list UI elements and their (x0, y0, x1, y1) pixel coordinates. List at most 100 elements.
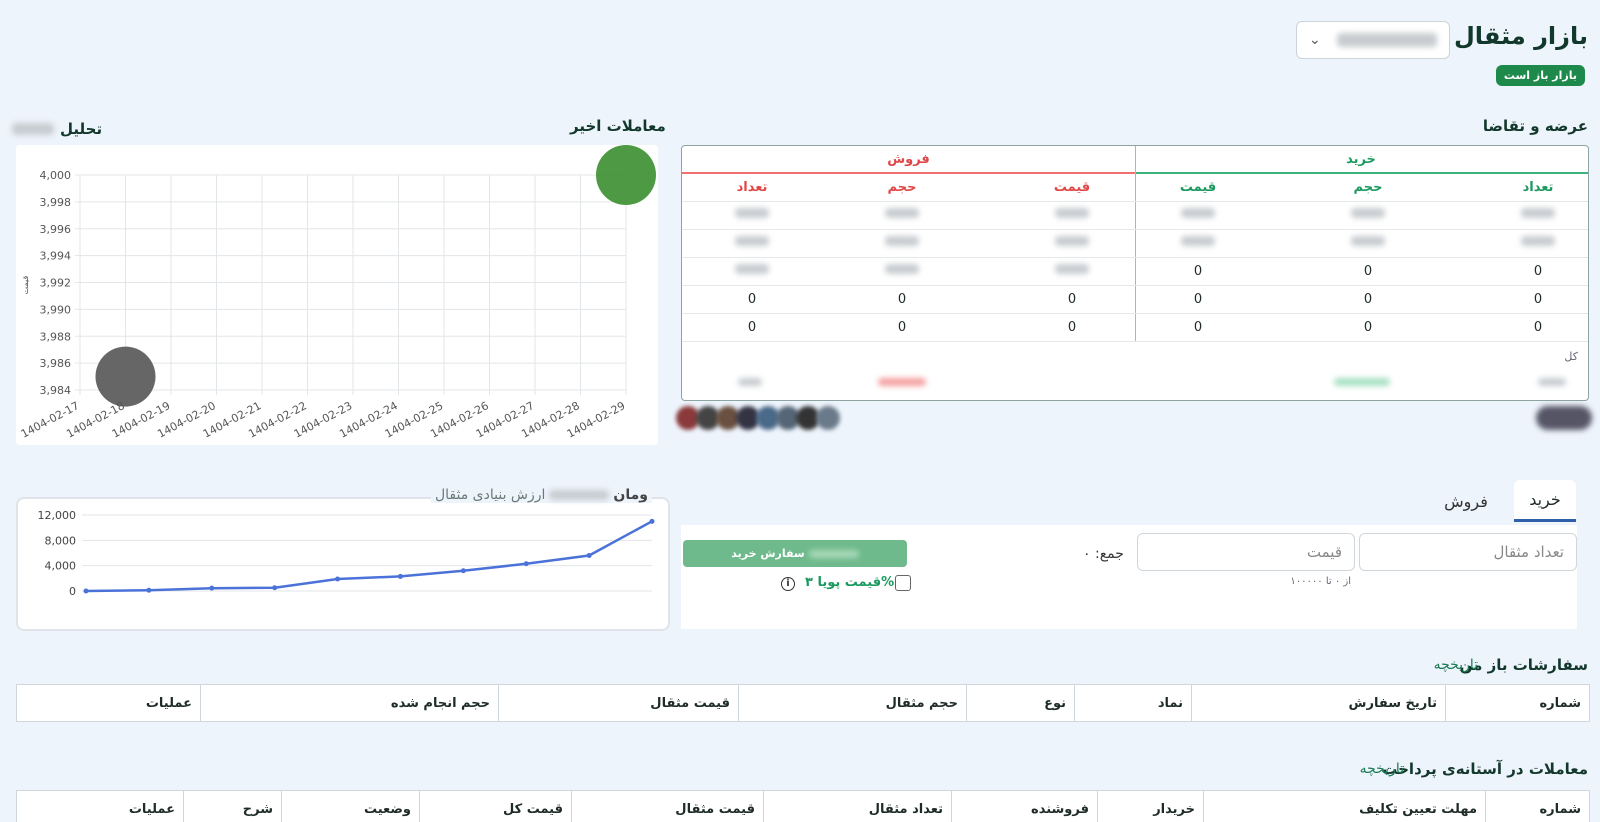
orderbook-cell-blurred: . (1521, 236, 1555, 246)
tab-buy[interactable]: خرید (1514, 480, 1576, 522)
col-buy-count: تعداد (1522, 180, 1554, 195)
fundamental-value-chart-svg: 0 4,000 8,000 12,000 (38, 509, 655, 598)
line-point (272, 585, 278, 591)
orderbook-cell-blurred: . (735, 208, 769, 218)
table-header-cell: خریدار (1097, 791, 1203, 822)
table-header-cell: قیمت مثقال (498, 685, 738, 721)
table-header-cell: حجم انجام شده (200, 685, 498, 721)
order-form: تعداد مثقال قیمت از ۰ تا ۱۰۰۰۰۰ جمع: ۰ س… (681, 525, 1577, 629)
table-header-cell: شماره (1485, 791, 1589, 822)
orderbook-cell-sell-count: . (702, 208, 802, 223)
fundamental-value-legend-suffix: ومان (613, 487, 648, 503)
orderbook-cell-sell-volume: 0 (897, 320, 907, 335)
line-point (397, 573, 403, 579)
orderbook-cell-buy-count: 0 (1533, 292, 1543, 307)
y-tick-label: 3,996 (40, 223, 72, 236)
table-header-cell: نوع (966, 685, 1074, 721)
line-point (209, 585, 215, 591)
orderbook-cell-buy-count: 0 (1533, 320, 1543, 335)
table-header-cell: قیمت مثقال (571, 791, 763, 822)
submit-order-button[interactable]: سفارش خرید . (683, 540, 907, 567)
line-point (523, 561, 529, 567)
table-header-cell: شماره (1445, 685, 1589, 721)
col-buy-volume: حجم (1353, 180, 1383, 195)
orderbook-cell-sell-volume: 0 (897, 292, 907, 307)
orderbook-row: ...... (682, 230, 1588, 258)
col-buy-price: قیمت (1179, 180, 1217, 195)
orderbook-cell-blurred: . (1055, 208, 1089, 218)
orderbook-cell-buy-volume: 0 (1363, 292, 1373, 307)
table-header-cell: قیمت کل (419, 791, 571, 822)
orderbook-cell-sell-count: . (702, 264, 802, 279)
orderbook-sell-header: فروش (682, 146, 1135, 174)
orderbook-cell-sell-count: 0 (747, 320, 757, 335)
chevron-down-icon: ⌄ (1309, 32, 1321, 48)
tab-sell[interactable]: فروش (1436, 480, 1496, 522)
table-header-cell: شرح (183, 791, 281, 822)
orderbook-row: 0 0 0... (682, 258, 1588, 286)
orderbook-cell-blurred: . (885, 236, 919, 246)
y-tick-label: 3,984 (40, 384, 72, 397)
y-tick-label: 3,988 (40, 330, 72, 343)
open-orders-table: شماره تاریخ سفارش نماد نوع حجم مثقال قیمت مثق… (16, 684, 1590, 722)
orderbook-cell-sell-volume: . (852, 208, 952, 223)
fundamental-value-card: ارزش بنیادی مثقال . ومان 0 4,000 8,000 12,0… (16, 487, 670, 631)
orderbook-cell-buy-price: . (1148, 208, 1248, 223)
price-range-note: از ۰ تا ۱۰۰۰۰۰ (1290, 576, 1351, 587)
avatar (1536, 406, 1592, 430)
orderbook-cell-sell-price: . (1022, 208, 1122, 223)
pending-trades-history-link[interactable]: تاریخچه (1360, 761, 1404, 777)
orderbook-row: 0 0 0 0 0 0 (682, 286, 1588, 314)
table-header-cell: وضعیت (281, 791, 419, 822)
y-tick-label: 8,000 (45, 534, 77, 547)
info-icon[interactable]: i (781, 577, 795, 591)
open-orders-history-link[interactable]: تاریخچه (1434, 657, 1478, 673)
quantity-input[interactable]: تعداد مثقال (1359, 533, 1577, 571)
total-sell-volume: . (878, 378, 926, 386)
orderbook-cell-buy-price: 0 (1193, 264, 1203, 279)
orderbook-cell-blurred: . (885, 208, 919, 218)
price-input[interactable]: قیمت (1137, 533, 1355, 571)
y-tick-label: 0 (69, 585, 76, 598)
table-header-cell: حجم مثقال (738, 685, 966, 721)
orderbook-cell-sell-price: . (1022, 264, 1122, 279)
orderbook-cell-buy-volume: . (1318, 208, 1418, 223)
orderbook-cell-sell-price: . (1022, 236, 1122, 251)
y-tick-label: 3,998 (40, 196, 72, 209)
line-point (586, 553, 592, 559)
dynamic-price-checkbox[interactable] (895, 575, 911, 591)
y-tick-label: 3,990 (40, 303, 72, 316)
col-sell-price: قیمت (1053, 180, 1091, 195)
orderbook-table: خرید فروش تعداد حجم قیمت قیمت حجم تعداد … (681, 145, 1589, 401)
line-series (85, 520, 653, 593)
submit-order-label: سفارش خرید (731, 547, 805, 560)
scatter-point (95, 346, 156, 407)
orderbook-cell-buy-volume: 0 (1363, 264, 1373, 279)
status-badge: بازار باز است (1495, 65, 1585, 86)
orderbook-cell-blurred: . (1351, 208, 1385, 218)
orderbook-cell-sell-count: . (702, 236, 802, 251)
orderbook-row: 0 0 0 0 0 0 (682, 314, 1588, 342)
table-header-cell: تاریخ سفارش (1191, 685, 1445, 721)
orderbook-cell-blurred: . (1181, 236, 1215, 246)
y-tick-label: 12,000 (38, 509, 77, 522)
orderbook-cell-blurred: . (735, 264, 769, 274)
analysis-symbol: . (12, 123, 54, 135)
orderbook-total-label: کل (1564, 350, 1578, 363)
orderbook-title: عرضه و تقاضا (1482, 117, 1588, 135)
orderbook-cell-buy-count: . (1488, 236, 1588, 251)
fundamental-value-symbol: . (549, 490, 610, 500)
symbol-select[interactable]: ⌄ . (1296, 21, 1450, 59)
scatter-point (596, 145, 656, 205)
table-header-cell: تعداد مثقال (763, 791, 951, 822)
avatar (816, 406, 840, 430)
submit-order-symbol: . (808, 549, 859, 558)
orderbook-cell-blurred: . (1181, 208, 1215, 218)
open-orders-title: سفارشات باز من (1459, 656, 1588, 674)
total-buy-volume: . (1334, 378, 1390, 386)
table-header-cell: فروشنده (951, 791, 1097, 822)
total-sell-count: . (738, 378, 762, 386)
orderbook-cell-blurred: . (885, 264, 919, 274)
orderbook-cell-buy-count: . (1488, 208, 1588, 223)
orderbook-cell-buy-count: 0 (1533, 264, 1543, 279)
